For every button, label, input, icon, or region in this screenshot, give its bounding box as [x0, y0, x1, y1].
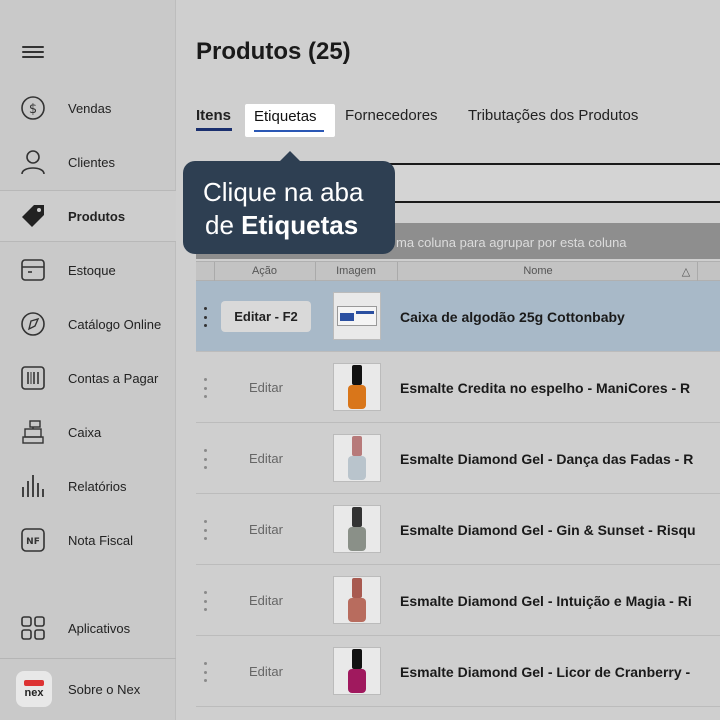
- svg-text:NF: NF: [26, 537, 40, 547]
- product-name: Esmalte Diamond Gel - Licor de Cranberry…: [400, 664, 691, 680]
- sidebar-item-catalogo-online[interactable]: Catálogo Online: [0, 298, 176, 350]
- product-name: Esmalte Credita no espelho - ManiCores -…: [400, 380, 691, 396]
- sidebar-item-label: Nota Fiscal: [68, 532, 134, 548]
- nf-icon: NF: [20, 527, 46, 553]
- col-acao[interactable]: Ação: [214, 265, 315, 277]
- product-image: [333, 363, 381, 411]
- table-header: Ação Imagem Nome △: [196, 261, 720, 282]
- svg-text:$: $: [29, 102, 37, 117]
- nail-polish-image: [348, 507, 366, 551]
- product-image: [333, 434, 381, 482]
- sidebar-item-label: Clientes: [68, 154, 115, 170]
- col-imagem[interactable]: Imagem: [315, 265, 397, 277]
- table-row[interactable]: Editar Esmalte Diamond Gel - Licor de Cr…: [196, 636, 720, 707]
- edit-button[interactable]: Editar: [221, 656, 311, 687]
- barcode-icon: [20, 365, 46, 391]
- sidebar-item-relatorios[interactable]: Relatórios: [0, 460, 176, 512]
- product-name: Caixa de algodão 25g Cottonbaby: [400, 309, 625, 325]
- edit-button[interactable]: Editar - F2: [221, 301, 311, 332]
- product-name: Esmalte Diamond Gel - Gin & Sunset - Ris…: [400, 522, 696, 538]
- sidebar-item-label: Relatórios: [68, 478, 127, 494]
- sidebar-item-nota-fiscal[interactable]: NF Nota Fiscal: [0, 514, 176, 566]
- table-row[interactable]: Editar Esmalte Diamond Gel - Dança das F…: [196, 423, 720, 494]
- sidebar-item-label: Estoque: [68, 262, 116, 278]
- table-row[interactable]: Editar Esmalte Diamond Gel - Gin & Sunse…: [196, 494, 720, 565]
- active-tab-indicator: [196, 128, 232, 131]
- sidebar-item-label: Catálogo Online: [68, 316, 162, 332]
- sidebar-item-label: Aplicativos: [68, 620, 131, 636]
- sidebar-item-produtos[interactable]: Produtos: [0, 190, 176, 242]
- tooltip-line1: Clique na aba: [203, 177, 364, 207]
- sidebar-item-clientes[interactable]: Clientes: [0, 136, 176, 188]
- table-row[interactable]: Editar Esmalte Diamond Gel - Intuição e …: [196, 565, 720, 636]
- nex-logo-text: nex: [24, 686, 44, 699]
- tab-etiquetas-label: Etiquetas: [254, 108, 317, 125]
- table-row[interactable]: Editar - F2 Caixa de algodão 25g Cottonb…: [196, 281, 720, 352]
- tooltip-line2-prefix: de: [205, 210, 242, 240]
- product-image: [333, 576, 381, 624]
- user-icon: [20, 149, 46, 175]
- table-row[interactable]: Editar Esmalte Credita no espelho - Mani…: [196, 352, 720, 423]
- sidebar-item-label: Contas a Pagar: [68, 370, 159, 386]
- edit-button[interactable]: Editar: [221, 372, 311, 403]
- tab-etiquetas[interactable]: Etiquetas: [245, 104, 335, 137]
- product-name: Esmalte Diamond Gel - Intuição e Magia -…: [400, 593, 692, 609]
- onboarding-tooltip: Clique na aba de Etiquetas: [183, 151, 395, 254]
- page-title: Produtos (25): [196, 38, 351, 65]
- product-image: [333, 292, 381, 340]
- tag-icon: [20, 203, 46, 229]
- sidebar-item-aplicativos[interactable]: Aplicativos: [0, 602, 176, 654]
- sidebar: $ Vendas Clientes Produtos Estoque Catál…: [0, 0, 176, 720]
- row-menu-icon[interactable]: [204, 449, 208, 469]
- sidebar-item-estoque[interactable]: Estoque: [0, 244, 176, 296]
- row-menu-icon[interactable]: [204, 520, 208, 540]
- edit-button[interactable]: Editar: [221, 443, 311, 474]
- product-image: [333, 505, 381, 553]
- tab-fornecedores[interactable]: Fornecedores: [345, 107, 438, 124]
- bar-chart-icon: [20, 473, 46, 499]
- nail-polish-image: [348, 365, 366, 409]
- sidebar-item-vendas[interactable]: $ Vendas: [0, 82, 176, 134]
- product-name: Esmalte Diamond Gel - Dança das Fadas - …: [400, 451, 694, 467]
- row-menu-icon[interactable]: [204, 378, 208, 398]
- sidebar-divider: [0, 658, 176, 659]
- tooltip-line2: de Etiquetas: [203, 209, 395, 242]
- sidebar-item-label: Sobre o Nex: [68, 681, 141, 697]
- product-image: [333, 647, 381, 695]
- sidebar-item-label: Caixa: [68, 424, 102, 440]
- cash-register-icon: [20, 419, 46, 445]
- col-nome[interactable]: Nome: [397, 265, 679, 277]
- tab-etiquetas-underline: [254, 130, 324, 132]
- box-icon: [20, 257, 46, 283]
- compass-icon: [20, 311, 46, 337]
- apps-grid-icon: [20, 615, 46, 641]
- sidebar-item-contas-a-pagar[interactable]: Contas a Pagar: [0, 352, 176, 404]
- dollar-circle-icon: $: [20, 95, 46, 121]
- tooltip-line2-bold: Etiquetas: [241, 210, 359, 240]
- cotton-box-image: [337, 306, 377, 326]
- nail-polish-image: [348, 578, 366, 622]
- hamburger-menu-icon[interactable]: [22, 43, 44, 63]
- tooltip-arrow: [279, 151, 301, 162]
- sidebar-item-label: Produtos: [68, 208, 126, 224]
- sidebar-item-caixa[interactable]: Caixa: [0, 406, 176, 458]
- nail-polish-image: [348, 649, 366, 693]
- row-menu-icon[interactable]: [204, 307, 208, 327]
- sidebar-item-label: Vendas: [68, 100, 112, 116]
- nail-polish-image: [348, 436, 366, 480]
- tab-itens[interactable]: Itens: [196, 107, 231, 124]
- nex-logo: nex: [16, 671, 52, 707]
- group-hint: ma coluna para agrupar por esta coluna: [396, 235, 627, 250]
- edit-button[interactable]: Editar: [221, 585, 311, 616]
- row-menu-icon[interactable]: [204, 591, 208, 611]
- sort-asc-icon[interactable]: △: [680, 265, 692, 278]
- edit-button[interactable]: Editar: [221, 514, 311, 545]
- tab-tributacoes[interactable]: Tributações dos Produtos: [468, 107, 638, 124]
- row-menu-icon[interactable]: [204, 662, 208, 682]
